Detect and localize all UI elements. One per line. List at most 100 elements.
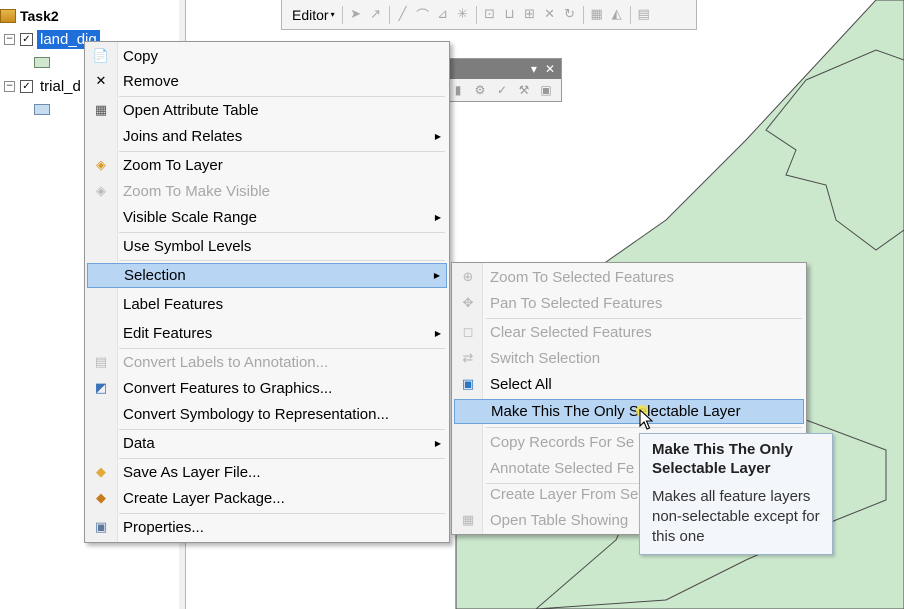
menu-item-label: Save As Layer File... bbox=[123, 464, 261, 481]
layer-visibility-checkbox[interactable]: ✓ bbox=[20, 79, 33, 93]
toc-root[interactable]: Task2 bbox=[0, 6, 59, 26]
menu-item-label: Open Attribute Table bbox=[123, 102, 259, 119]
submenu-arrow-icon: ▶ bbox=[433, 271, 440, 280]
properties-icon: ▣ bbox=[94, 520, 108, 535]
edit-vertices-icon[interactable]: ⊡ bbox=[480, 7, 500, 22]
reshape-icon[interactable]: ⊔ bbox=[500, 7, 520, 22]
menu-item-label: Selection bbox=[124, 267, 186, 284]
layer-context-menu: 📄 Copy ✕ Remove ▦ Open Attribute Table J… bbox=[84, 41, 450, 543]
layer-symbol-swatch[interactable] bbox=[34, 57, 50, 68]
pan-selected-icon: ✥ bbox=[462, 296, 474, 311]
menu-item-remove[interactable]: ✕ Remove bbox=[87, 69, 447, 94]
toolbar-tool-icon[interactable]: ⚙ bbox=[471, 81, 489, 99]
trace-icon[interactable]: ⊿ bbox=[433, 7, 453, 22]
menu-item-label: Convert Features to Graphics... bbox=[123, 380, 333, 397]
collapse-icon[interactable]: − bbox=[4, 80, 15, 92]
menu-item-select-all[interactable]: ▣ Select All bbox=[454, 372, 804, 397]
attributes-icon[interactable]: ▦ bbox=[587, 7, 607, 22]
menu-item-label: Convert Labels to Annotation... bbox=[123, 354, 329, 371]
layer-symbol-swatch[interactable] bbox=[34, 104, 50, 115]
layer-package-icon: ◆ bbox=[96, 491, 106, 506]
menu-item-edit-features[interactable]: Edit Features ▶ bbox=[87, 321, 447, 346]
copy-icon: 📄 bbox=[92, 49, 110, 64]
menu-item-label: Copy bbox=[123, 48, 159, 65]
menu-separator bbox=[119, 513, 445, 514]
menu-item-save-as-layer-file[interactable]: ◆ Save As Layer File... bbox=[87, 460, 447, 485]
menu-separator bbox=[119, 151, 445, 152]
menu-item-clear-selected[interactable]: ◻ Clear Selected Features bbox=[454, 320, 804, 345]
straight-segment-icon[interactable]: ╱ bbox=[393, 7, 413, 22]
submenu-arrow-icon: ▶ bbox=[434, 439, 441, 448]
create-features-icon[interactable]: ▤ bbox=[634, 7, 654, 22]
toolbar-separator bbox=[475, 5, 477, 24]
menu-item-label: Use Symbol Levels bbox=[123, 238, 252, 255]
menu-item-selection[interactable]: Selection ▶ bbox=[87, 263, 447, 288]
menu-item-joins-and-relates[interactable]: Joins and Relates ▶ bbox=[87, 124, 447, 149]
table-icon: ▦ bbox=[94, 103, 108, 118]
menu-item-properties[interactable]: ▣ Properties... bbox=[87, 515, 447, 540]
menu-item-switch-selection[interactable]: ⇄ Switch Selection bbox=[454, 346, 804, 371]
menu-item-convert-labels[interactable]: ▤ Convert Labels to Annotation... bbox=[87, 350, 447, 375]
remove-icon: ✕ bbox=[95, 74, 107, 89]
menu-item-zoom-to-make-visible[interactable]: ◈ Zoom To Make Visible bbox=[87, 179, 447, 204]
menu-item-label: Pan To Selected Features bbox=[490, 295, 663, 312]
menu-item-convert-symbology[interactable]: Convert Symbology to Representation... bbox=[87, 402, 447, 427]
submenu-arrow-icon: ▶ bbox=[434, 213, 441, 222]
toolbar-separator bbox=[341, 5, 343, 24]
menu-item-copy[interactable]: 📄 Copy bbox=[87, 44, 447, 69]
edit-tool-icon[interactable]: ➤ bbox=[346, 7, 366, 22]
toolbar-separator bbox=[388, 5, 390, 24]
rotate-icon[interactable]: ↻ bbox=[560, 7, 580, 22]
layer-visibility-checkbox[interactable]: ✓ bbox=[20, 32, 33, 46]
menu-item-label: Zoom To Selected Features bbox=[490, 269, 674, 286]
menu-item-label: Make This The Only Selectable Layer bbox=[491, 403, 741, 420]
toolbar-separator bbox=[629, 5, 631, 24]
toolbar-menu-icon[interactable]: ▾ bbox=[531, 62, 537, 76]
menu-item-label: Open Table Showing bbox=[490, 512, 629, 529]
toolbar-tool-icon[interactable]: ✓ bbox=[493, 81, 511, 99]
tooltip: Make This The Only Selectable Layer Make… bbox=[639, 433, 833, 555]
menu-item-data[interactable]: Data ▶ bbox=[87, 431, 447, 456]
editor-label: Editor bbox=[292, 6, 329, 23]
floating-toolbar-buttons: ▮ ⚙ ✓ ⚒ ▣ bbox=[445, 79, 561, 101]
edit-annotation-icon[interactable]: ↗ bbox=[366, 7, 386, 22]
toolbar-tool-icon[interactable]: ▣ bbox=[537, 81, 555, 99]
close-icon[interactable]: ✕ bbox=[545, 62, 555, 76]
menu-item-label: Joins and Relates bbox=[123, 128, 243, 145]
split-icon[interactable]: ✕ bbox=[540, 7, 560, 22]
menu-item-open-attribute-table[interactable]: ▦ Open Attribute Table bbox=[87, 98, 447, 123]
endpoint-arc-icon[interactable]: ⌒ bbox=[413, 5, 433, 24]
menu-item-label: Label Features bbox=[123, 296, 224, 313]
menu-item-label: Clear Selected Features bbox=[490, 324, 652, 341]
toc-root-label: Task2 bbox=[20, 8, 59, 24]
menu-item-make-only-selectable[interactable]: Make This The Only Selectable Layer bbox=[454, 399, 804, 424]
zoom-visible-icon: ◈ bbox=[96, 184, 106, 199]
toc-layer-trial-d[interactable]: − ✓ trial_d bbox=[4, 76, 84, 96]
floating-toolbar-titlebar[interactable]: ▾ ✕ bbox=[445, 59, 561, 79]
menu-item-pan-to-selected[interactable]: ✥ Pan To Selected Features bbox=[454, 291, 804, 316]
menu-item-label: Create Layer From Se bbox=[490, 486, 639, 503]
toolbar-tool-icon[interactable]: ▮ bbox=[449, 81, 467, 99]
menu-item-use-symbol-levels[interactable]: Use Symbol Levels bbox=[87, 234, 447, 259]
point-icon[interactable]: ✳ bbox=[453, 7, 473, 22]
menu-item-label: Data bbox=[123, 435, 155, 452]
menu-item-label-features[interactable]: Label Features bbox=[87, 292, 447, 317]
menu-item-zoom-to-layer[interactable]: ◈ Zoom To Layer bbox=[87, 153, 447, 178]
convert-graphics-icon: ◩ bbox=[94, 381, 108, 396]
menu-item-zoom-to-selected[interactable]: ⊕ Zoom To Selected Features bbox=[454, 265, 804, 290]
toolbar-tool-icon[interactable]: ⚒ bbox=[515, 81, 533, 99]
select-all-icon: ▣ bbox=[461, 377, 475, 392]
layer-name[interactable]: trial_d bbox=[37, 77, 84, 96]
tooltip-title: Make This The Only Selectable Layer bbox=[652, 441, 793, 477]
menu-separator bbox=[119, 232, 445, 233]
open-table-icon: ▦ bbox=[461, 513, 475, 528]
menu-item-create-layer-package[interactable]: ◆ Create Layer Package... bbox=[87, 486, 447, 511]
menu-separator bbox=[119, 348, 445, 349]
sketch-properties-icon[interactable]: ◭ bbox=[607, 7, 627, 22]
menu-item-visible-scale-range[interactable]: Visible Scale Range ▶ bbox=[87, 205, 447, 230]
editor-menu-button[interactable]: Editor ▾ bbox=[288, 4, 339, 26]
collapse-icon[interactable]: − bbox=[4, 33, 15, 45]
menu-item-label: Properties... bbox=[123, 519, 204, 536]
cut-polygon-icon[interactable]: ⊞ bbox=[520, 7, 540, 22]
menu-item-convert-features-to-graphics[interactable]: ◩ Convert Features to Graphics... bbox=[87, 376, 447, 401]
